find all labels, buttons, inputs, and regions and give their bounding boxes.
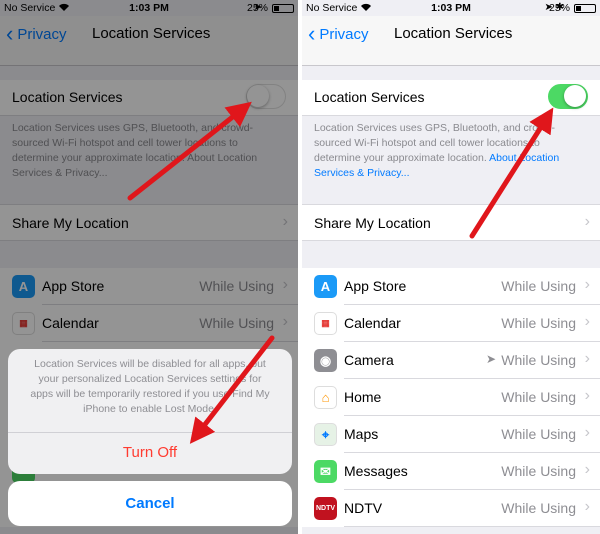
share-my-location-cell[interactable]: Share My Location › bbox=[302, 204, 600, 241]
app-permission: While Using bbox=[501, 389, 576, 405]
chevron-right-icon: › bbox=[584, 461, 590, 478]
app-row-maps[interactable]: ⌖ Maps While Using › bbox=[302, 416, 600, 453]
chevron-left-icon: ‹ bbox=[308, 21, 316, 46]
app-row-ndtv[interactable]: NDTV NDTV While Using › bbox=[302, 490, 600, 527]
chevron-right-icon: › bbox=[584, 313, 590, 330]
chevron-right-icon: › bbox=[584, 350, 590, 367]
app-name: Home bbox=[344, 389, 382, 405]
app-row-messages[interactable]: ✉ Messages While Using › bbox=[302, 453, 600, 490]
status-bar: No Service 1:03 PM ➤ ✱ 25% bbox=[302, 0, 600, 16]
location-arrow-icon: ➤ bbox=[485, 352, 496, 366]
app-row-calendar[interactable]: ▦ Calendar While Using › bbox=[302, 305, 600, 342]
app-name: NDTV bbox=[344, 500, 383, 516]
app-name: App Store bbox=[344, 278, 407, 294]
app-permission: While Using bbox=[501, 500, 576, 516]
chevron-right-icon: › bbox=[584, 424, 590, 441]
location-services-cell: Location Services bbox=[302, 80, 600, 116]
ndtv-icon: NDTV bbox=[314, 497, 337, 520]
app-permission: While Using bbox=[501, 463, 576, 479]
back-button[interactable]: ‹ Privacy bbox=[308, 23, 369, 45]
share-my-location-label: Share My Location bbox=[314, 215, 431, 231]
app-row-home[interactable]: ⌂ Home While Using › bbox=[302, 379, 600, 416]
app-name: Calendar bbox=[344, 315, 401, 331]
app-permission: While Using bbox=[501, 315, 576, 331]
battery-icon bbox=[574, 4, 596, 13]
navigation-bar: ‹ Privacy Location Services bbox=[302, 16, 600, 66]
page-title: Location Services bbox=[394, 25, 513, 42]
chevron-right-icon: › bbox=[584, 498, 590, 515]
action-sheet-message: Location Services will be disabled for a… bbox=[30, 358, 270, 415]
location-services-label: Location Services bbox=[314, 89, 425, 105]
action-sheet: Location Services will be disabled for a… bbox=[8, 349, 292, 474]
app-store-icon: A bbox=[314, 275, 337, 298]
messages-icon: ✉ bbox=[314, 460, 337, 483]
toggle-knob bbox=[564, 85, 586, 107]
right-phone-screen: No Service 1:03 PM ➤ ✱ 25% ‹ Privacy Loc… bbox=[302, 0, 600, 534]
screenshot-frame: No Service 1:03 PM ➤ 25% ‹ Privacy Locat… bbox=[0, 0, 600, 534]
cancel-button[interactable]: Cancel bbox=[8, 481, 292, 526]
back-label: Privacy bbox=[319, 25, 369, 43]
battery-percent: 25% bbox=[548, 2, 570, 14]
app-row-app-store[interactable]: A App Store While Using › bbox=[302, 268, 600, 305]
location-services-toggle[interactable] bbox=[548, 84, 588, 109]
camera-icon: ◉ bbox=[314, 349, 337, 372]
location-services-description: Location Services uses GPS, Bluetooth, a… bbox=[314, 121, 580, 181]
app-permission: While Using bbox=[501, 352, 576, 368]
app-name: Camera bbox=[344, 352, 394, 368]
left-phone-screen: No Service 1:03 PM ➤ 25% ‹ Privacy Locat… bbox=[0, 0, 298, 534]
app-name: Maps bbox=[344, 426, 379, 442]
home-icon: ⌂ bbox=[314, 386, 337, 409]
chevron-right-icon: › bbox=[584, 276, 590, 293]
turn-off-button[interactable]: Turn Off bbox=[8, 432, 292, 474]
chevron-right-icon: › bbox=[584, 213, 590, 230]
app-row-camera[interactable]: ◉ Camera ➤ While Using › bbox=[302, 342, 600, 379]
maps-icon: ⌖ bbox=[314, 423, 337, 446]
chevron-right-icon: › bbox=[584, 387, 590, 404]
app-permission: While Using bbox=[501, 278, 576, 294]
app-permission: While Using bbox=[501, 426, 576, 442]
calendar-icon: ▦ bbox=[314, 312, 337, 335]
app-name: Messages bbox=[344, 463, 408, 479]
